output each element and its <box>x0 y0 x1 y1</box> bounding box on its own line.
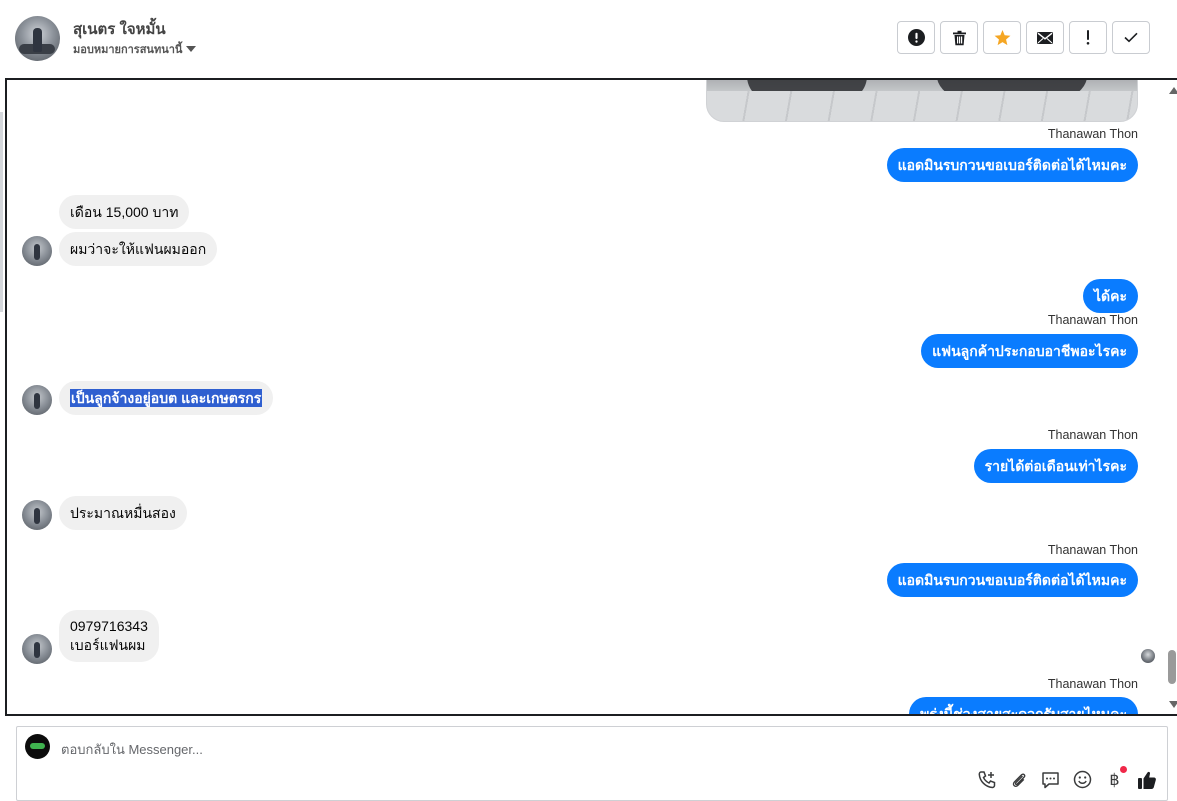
check-icon <box>1124 32 1138 43</box>
outgoing-message[interactable]: ได้คะ <box>1082 279 1138 313</box>
emoji-icon <box>1073 770 1092 789</box>
selected-message-text: เป็นลูกจ้างอยู่อบต และเกษตรกร <box>70 389 263 407</box>
caret-down-icon <box>186 46 197 52</box>
alert-circle-icon <box>907 29 925 46</box>
sender-name: Thanawan Thon <box>1047 543 1138 557</box>
payment-button[interactable]: ฿ <box>1104 766 1127 790</box>
notification-dot <box>1120 766 1127 773</box>
scroll-up-arrow[interactable] <box>1169 87 1177 94</box>
outgoing-message[interactable]: พรุ่งนี้ช่วงสายสะดวกรับสายไหมคะ <box>909 697 1138 714</box>
outgoing-message[interactable]: แอดมินรบกวนขอเบอร์ติดต่อได้ไหมคะ <box>886 563 1138 597</box>
attach-button[interactable] <box>1008 769 1029 790</box>
mark-done-button[interactable] <box>1112 21 1150 54</box>
call-button[interactable] <box>976 769 997 790</box>
saved-reply-icon <box>1042 771 1059 788</box>
sender-name: Thanawan Thon <box>1047 313 1138 327</box>
left-panel-edge <box>0 112 3 312</box>
follow-up-button[interactable] <box>1069 21 1107 54</box>
phone-add-icon <box>978 770 995 788</box>
composer-tools: ฿ <box>976 766 1157 790</box>
page-logo <box>25 734 50 759</box>
message-line: เบอร์แฟนผม <box>70 637 146 653</box>
contact-avatar[interactable] <box>15 16 60 61</box>
sender-name: Thanawan Thon <box>1047 428 1138 442</box>
reply-input[interactable] <box>61 739 761 759</box>
sender-name: Thanawan Thon <box>1047 127 1138 141</box>
scrollbar-thumb[interactable] <box>1168 650 1176 684</box>
saved-replies-button[interactable] <box>1040 769 1061 790</box>
like-icon <box>1137 771 1156 789</box>
conversation-header: สุเนตร ใจหมั้น มอบหมายการสนทนานี้ <box>0 0 1177 78</box>
assign-label: มอบหมายการสนทนานี้ <box>73 44 183 56</box>
star-button[interactable] <box>983 21 1021 54</box>
mail-icon <box>1037 31 1053 44</box>
contact-avatar-small <box>22 236 52 266</box>
trash-icon <box>952 30 966 45</box>
assign-conversation-dropdown[interactable]: มอบหมายการสนทนานี้ <box>73 40 197 58</box>
incoming-message[interactable]: 0979716343 เบอร์แฟนผม <box>59 610 159 662</box>
incoming-message[interactable]: ประมาณหมื่นสอง <box>59 496 187 530</box>
message-line: 0979716343 <box>70 618 148 634</box>
seen-indicator-avatar <box>1141 649 1155 663</box>
reply-composer: ฿ <box>16 726 1168 801</box>
contact-name[interactable]: สุเนตร ใจหมั้น <box>73 17 166 41</box>
outgoing-message[interactable]: แฟนลูกค้าประกอบอาชีพอะไรคะ <box>921 334 1138 368</box>
incoming-message[interactable]: เป็นลูกจ้างอยู่อบต และเกษตรกร <box>59 381 274 415</box>
attachment-icon <box>1012 772 1025 787</box>
incoming-message[interactable]: ผมว่าจะให้แฟนผมออก <box>59 232 218 266</box>
image-attachment[interactable] <box>706 80 1138 122</box>
baht-icon: ฿ <box>1109 769 1120 789</box>
message-thread[interactable]: Thanawan Thon แอดมินรบกวนขอเบอร์ติดต่อได… <box>5 78 1177 716</box>
delete-button[interactable] <box>940 21 978 54</box>
outgoing-message[interactable]: แอดมินรบกวนขอเบอร์ติดต่อได้ไหมคะ <box>886 148 1138 182</box>
contact-avatar-small <box>22 634 52 664</box>
contact-avatar-small <box>22 385 52 415</box>
sender-name: Thanawan Thon <box>1047 677 1138 691</box>
incoming-message[interactable]: เดือน 15,000 บาท <box>59 195 190 229</box>
exclamation-icon <box>1086 30 1090 45</box>
scroll-down-arrow[interactable] <box>1169 701 1177 708</box>
mark-unread-button[interactable] <box>1026 21 1064 54</box>
mark-spam-button[interactable] <box>897 21 935 54</box>
emoji-button[interactable] <box>1072 769 1093 790</box>
star-icon <box>994 29 1010 45</box>
outgoing-message[interactable]: รายได้ต่อเดือนเท่าไรคะ <box>973 449 1138 483</box>
conversation-toolbar <box>897 21 1150 54</box>
contact-avatar-small <box>22 500 52 530</box>
like-button[interactable] <box>1136 769 1157 790</box>
